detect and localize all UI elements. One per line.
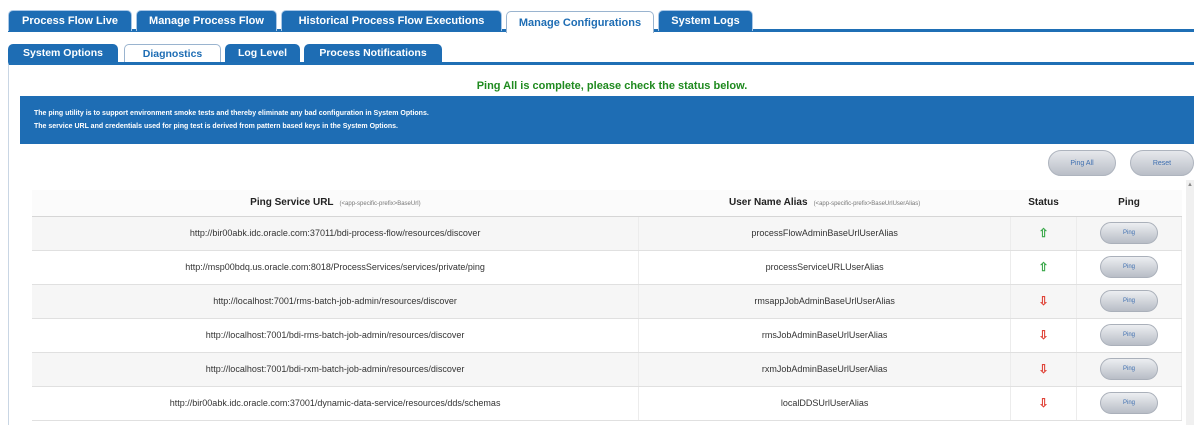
header-status: Status: [1010, 190, 1077, 217]
status-cell: ⇩: [1010, 318, 1078, 353]
tab-log-level[interactable]: Log Level: [225, 44, 300, 62]
row-url: http://localhost:7001/bdi-rxm-batch-job-…: [32, 352, 640, 387]
status-cell: ⇩: [1010, 386, 1078, 421]
info-line-1: The ping utility is to support environme…: [34, 110, 429, 117]
ping-cell: Ping: [1076, 284, 1182, 319]
tab-historical-process-flow-executions[interactable]: Historical Process Flow Executions: [281, 10, 502, 31]
info-line-2: The service URL and credentials used for…: [34, 123, 398, 130]
table-row: http://bir00abk.idc.oracle.com:37011/bdi…: [32, 216, 1182, 251]
row-alias: rxmJobAdminBaseUrlUserAlias: [638, 352, 1012, 387]
header-alias-hint: (<app-specific-prefix>BaseUrlUserAlias): [813, 201, 921, 208]
row-alias: rmsJobAdminBaseUrlUserAlias: [638, 318, 1012, 353]
header-user-name-alias: User Name Alias (<app-specific-prefix>Bas…: [638, 190, 1011, 217]
table-row: http://bir00abk.idc.oracle.com:37001/dyn…: [32, 386, 1182, 421]
status-cell: ⇩: [1010, 284, 1078, 319]
info-banner: The ping utility is to support environme…: [20, 96, 1194, 144]
ping-button[interactable]: Ping: [1100, 324, 1158, 346]
table-row: http://localhost:7001/bdi-rms-batch-job-…: [32, 318, 1182, 353]
row-alias: processFlowAdminBaseUrlUserAlias: [638, 216, 1012, 251]
status-down-icon: ⇩: [1038, 396, 1049, 410]
tab-system-options[interactable]: System Options: [8, 44, 118, 62]
header-url-hint: (<app-specific-prefix>BaseUrl): [339, 201, 421, 208]
row-alias: localDDSUrlUserAlias: [638, 386, 1012, 421]
ping-cell: Ping: [1076, 386, 1182, 421]
status-cell: ⇧: [1010, 216, 1078, 251]
status-down-icon: ⇩: [1038, 362, 1049, 376]
tab-system-logs[interactable]: System Logs: [658, 10, 753, 31]
tab-manage-configurations[interactable]: Manage Configurations: [506, 11, 654, 33]
row-url: http://msp00bdq.us.oracle.com:8018/Proce…: [32, 250, 640, 285]
scroll-up-arrow-icon[interactable]: ▲: [1187, 182, 1193, 188]
ping-cell: Ping: [1076, 352, 1182, 387]
status-up-icon: ⇧: [1038, 260, 1049, 274]
status-cell: ⇩: [1010, 352, 1078, 387]
row-url: http://bir00abk.idc.oracle.com:37011/bdi…: [32, 216, 640, 251]
ping-cell: Ping: [1076, 250, 1182, 285]
vertical-scrollbar[interactable]: [1186, 180, 1194, 425]
ping-cell: Ping: [1076, 318, 1182, 353]
ping-button[interactable]: Ping: [1100, 256, 1158, 278]
status-up-icon: ⇧: [1038, 226, 1049, 240]
header-alias-label: User Name Alias: [729, 197, 808, 209]
ping-table: Ping Service URL (<app-specific-prefix>Ba…: [32, 190, 1182, 421]
status-down-icon: ⇩: [1038, 294, 1049, 308]
row-url: http://localhost:7001/rms-batch-job-admi…: [32, 284, 640, 319]
row-url: http://localhost:7001/bdi-rms-batch-job-…: [32, 318, 640, 353]
main-tab-bar: Process Flow Live Manage Process Flow Hi…: [8, 10, 1194, 33]
ping-cell: Ping: [1076, 216, 1182, 251]
row-url: http://bir00abk.idc.oracle.com:37001/dyn…: [32, 386, 640, 421]
row-alias: processServiceURLUserAlias: [638, 250, 1012, 285]
ping-button[interactable]: Ping: [1100, 392, 1158, 414]
ping-all-button[interactable]: Ping All: [1048, 150, 1116, 176]
tab-process-flow-live[interactable]: Process Flow Live: [8, 10, 132, 31]
table-row: http://localhost:7001/rms-batch-job-admi…: [32, 284, 1182, 319]
ping-status-message: Ping All is complete, please check the s…: [476, 80, 748, 92]
header-ping: Ping: [1076, 190, 1182, 217]
tab-diagnostics[interactable]: Diagnostics: [124, 44, 221, 62]
sub-tab-bar: System Options Diagnostics Log Level Pro…: [8, 44, 1194, 62]
table-row: http://msp00bdq.us.oracle.com:8018/Proce…: [32, 250, 1182, 285]
reset-button[interactable]: Reset: [1130, 150, 1194, 176]
ping-button[interactable]: Ping: [1100, 222, 1158, 244]
row-alias: rmsappJobAdminBaseUrlUserAlias: [638, 284, 1012, 319]
status-down-icon: ⇩: [1038, 328, 1049, 342]
table-row: http://localhost:7001/bdi-rxm-batch-job-…: [32, 352, 1182, 387]
status-cell: ⇧: [1010, 250, 1078, 285]
tab-process-notifications[interactable]: Process Notifications: [304, 44, 442, 62]
header-ping-service-url: Ping Service URL (<app-specific-prefix>Ba…: [32, 190, 639, 217]
header-url-label: Ping Service URL: [250, 197, 334, 209]
table-header-row: Ping Service URL (<app-specific-prefix>Ba…: [32, 190, 1182, 217]
tab-manage-process-flow[interactable]: Manage Process Flow: [136, 10, 277, 31]
ping-button[interactable]: Ping: [1100, 290, 1158, 312]
ping-button[interactable]: Ping: [1100, 358, 1158, 380]
